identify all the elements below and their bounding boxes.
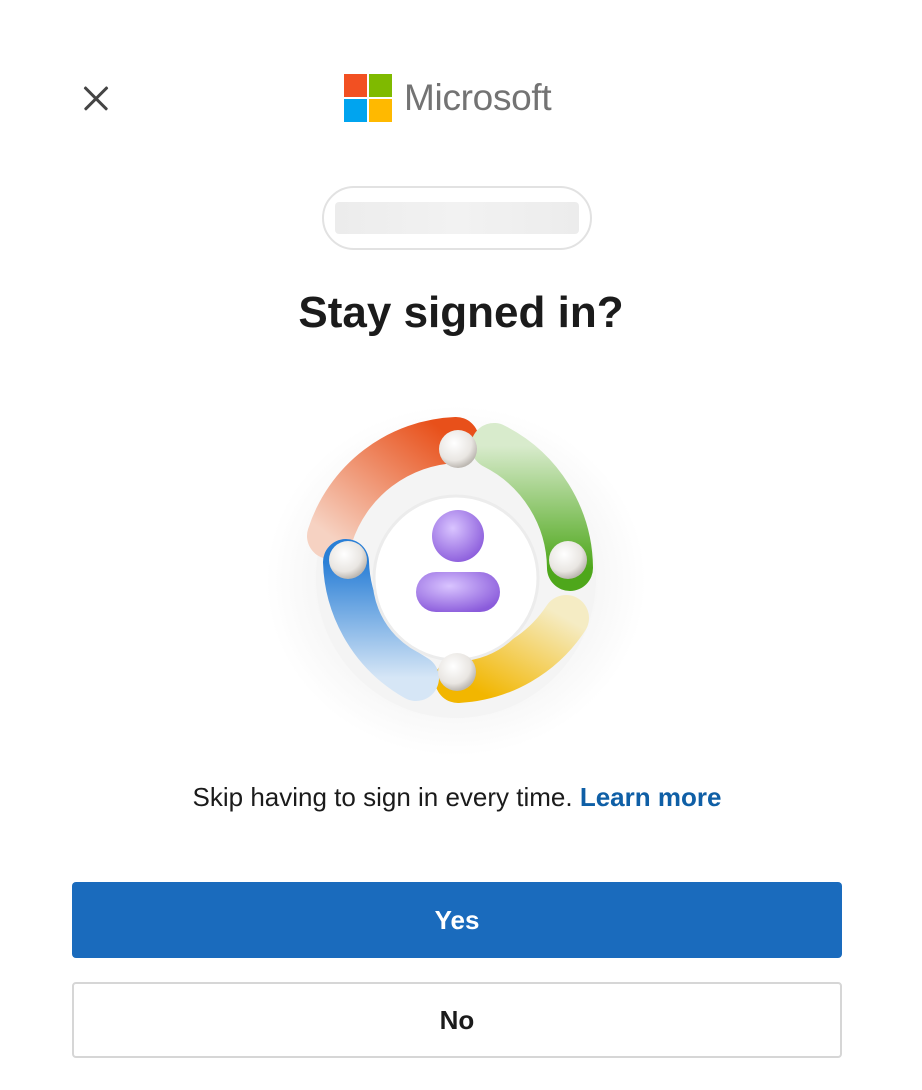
microsoft-logo: Microsoft [344,74,552,122]
brand-name: Microsoft [404,77,552,118]
account-email-redacted [335,202,579,234]
microsoft-logo-icon [344,74,392,122]
account-pill[interactable] [322,186,592,250]
stay-signed-in-illustration-icon [266,406,646,756]
page-title: Stay signed in? [298,288,624,337]
description: Skip having to sign in every time. Learn… [0,782,914,813]
learn-more-link[interactable]: Learn more [580,782,722,812]
close-button[interactable] [74,76,118,120]
yes-button[interactable]: Yes [72,882,842,958]
description-text: Skip having to sign in every time. [192,782,573,812]
sign-in-dialog: Microsoft Stay signed in? Skip having to… [0,0,922,1090]
no-button[interactable]: No [72,982,842,1058]
